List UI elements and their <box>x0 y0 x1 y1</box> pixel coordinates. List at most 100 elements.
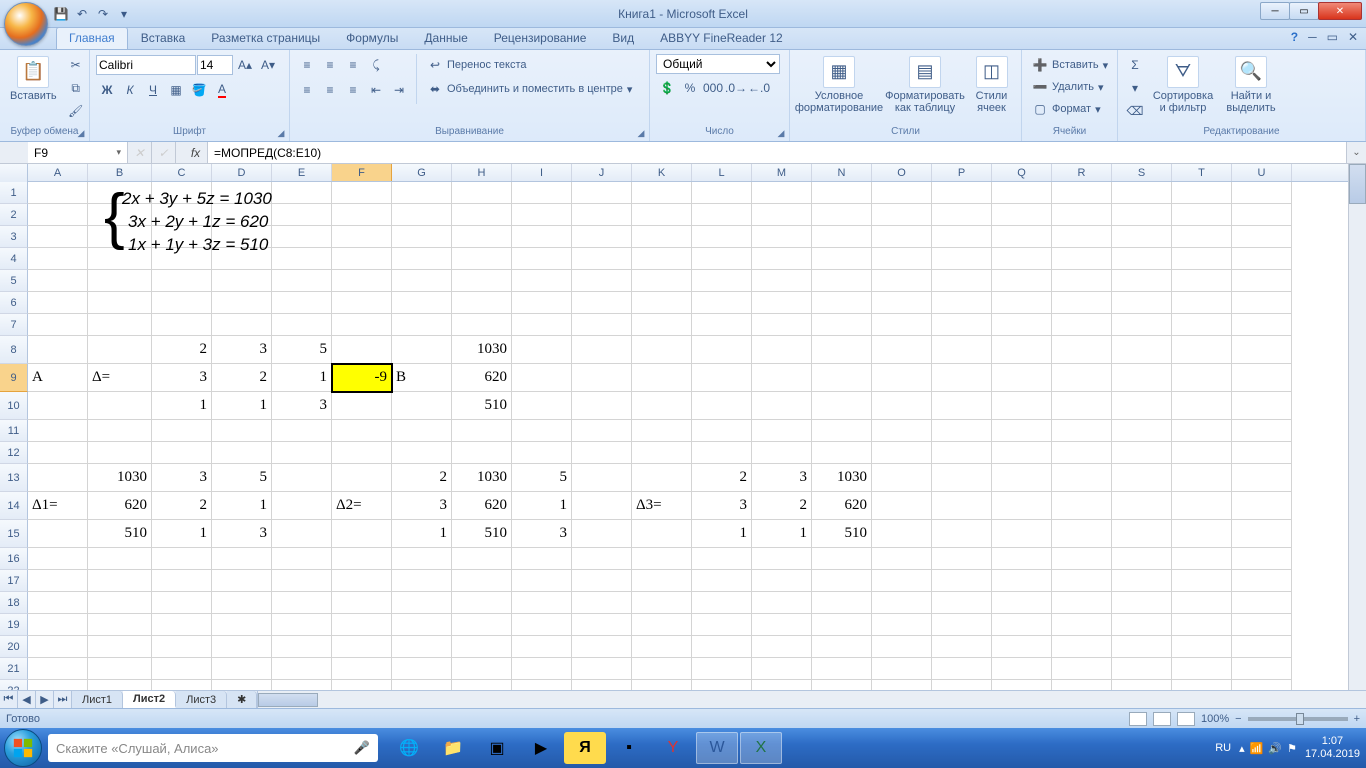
cell-H5[interactable] <box>452 270 512 292</box>
cell-I1[interactable] <box>512 182 572 204</box>
cell-C5[interactable] <box>152 270 212 292</box>
cell-B22[interactable] <box>88 680 152 690</box>
align-left-icon[interactable]: ≡ <box>296 79 318 101</box>
cell-F10[interactable] <box>332 392 392 420</box>
column-header-Q[interactable]: Q <box>992 164 1052 181</box>
border-icon[interactable]: ▦ <box>165 79 187 101</box>
cell-D17[interactable] <box>212 570 272 592</box>
cell-S5[interactable] <box>1112 270 1172 292</box>
cell-I2[interactable] <box>512 204 572 226</box>
tray-volume-icon[interactable]: 🔊 <box>1268 742 1282 755</box>
cell-P11[interactable] <box>932 420 992 442</box>
qat-dropdown-icon[interactable]: ▾ <box>115 5 133 23</box>
cell-A21[interactable] <box>28 658 88 680</box>
row-header-18[interactable]: 18 <box>0 592 28 614</box>
cell-B20[interactable] <box>88 636 152 658</box>
cell-I6[interactable] <box>512 292 572 314</box>
column-header-D[interactable]: D <box>212 164 272 181</box>
cell-K8[interactable] <box>632 336 692 364</box>
cell-N6[interactable] <box>812 292 872 314</box>
row-header-13[interactable]: 13 <box>0 464 28 492</box>
row-header-11[interactable]: 11 <box>0 420 28 442</box>
cell-J10[interactable] <box>572 392 632 420</box>
tray-network-icon[interactable]: 📶 <box>1250 742 1264 755</box>
cell-S3[interactable] <box>1112 226 1172 248</box>
align-bottom-icon[interactable]: ≡ <box>342 54 364 76</box>
number-dialog-launcher[interactable]: ◢ <box>775 127 787 139</box>
cell-T15[interactable] <box>1172 520 1232 548</box>
cell-R19[interactable] <box>1052 614 1112 636</box>
cell-P16[interactable] <box>932 548 992 570</box>
cell-R10[interactable] <box>1052 392 1112 420</box>
cell-D18[interactable] <box>212 592 272 614</box>
cell-O21[interactable] <box>872 658 932 680</box>
cells-insert-button[interactable]: ➕Вставить▾ <box>1028 54 1112 76</box>
formula-expand-icon[interactable]: ⌄ <box>1346 142 1366 163</box>
cell-M7[interactable] <box>752 314 812 336</box>
cell-T18[interactable] <box>1172 592 1232 614</box>
cell-Q3[interactable] <box>992 226 1052 248</box>
cell-S9[interactable] <box>1112 364 1172 392</box>
cell-S12[interactable] <box>1112 442 1172 464</box>
cell-O4[interactable] <box>872 248 932 270</box>
cell-B11[interactable] <box>88 420 152 442</box>
cell-B10[interactable] <box>88 392 152 420</box>
cell-U21[interactable] <box>1232 658 1292 680</box>
column-header-U[interactable]: U <box>1232 164 1292 181</box>
cell-H16[interactable] <box>452 548 512 570</box>
cell-B16[interactable] <box>88 548 152 570</box>
column-header-O[interactable]: O <box>872 164 932 181</box>
cell-F18[interactable] <box>332 592 392 614</box>
cell-D16[interactable] <box>212 548 272 570</box>
cell-I8[interactable] <box>512 336 572 364</box>
align-right-icon[interactable]: ≡ <box>342 79 364 101</box>
cell-P17[interactable] <box>932 570 992 592</box>
cell-D12[interactable] <box>212 442 272 464</box>
help-icon[interactable]: ? <box>1291 30 1298 44</box>
minimize-button[interactable]: ─ <box>1260 2 1290 20</box>
cell-B15[interactable]: 510 <box>88 520 152 548</box>
page-layout-view-icon[interactable] <box>1153 712 1171 726</box>
cell-L22[interactable] <box>692 680 752 690</box>
enter-formula-icon[interactable]: ✓ <box>152 142 176 163</box>
cell-M4[interactable] <box>752 248 812 270</box>
cell-P4[interactable] <box>932 248 992 270</box>
cell-P7[interactable] <box>932 314 992 336</box>
cell-D7[interactable] <box>212 314 272 336</box>
italic-button[interactable]: К <box>119 79 141 101</box>
find-select-button[interactable]: 🔍 Найти и выделить <box>1220 54 1282 116</box>
cell-U20[interactable] <box>1232 636 1292 658</box>
cell-J3[interactable] <box>572 226 632 248</box>
cell-D19[interactable] <box>212 614 272 636</box>
cell-Q1[interactable] <box>992 182 1052 204</box>
increase-indent-icon[interactable]: ⇥ <box>388 79 410 101</box>
cell-L8[interactable] <box>692 336 752 364</box>
cell-Q7[interactable] <box>992 314 1052 336</box>
cell-G3[interactable] <box>392 226 452 248</box>
cell-N14[interactable]: 620 <box>812 492 872 520</box>
cell-K21[interactable] <box>632 658 692 680</box>
cell-E12[interactable] <box>272 442 332 464</box>
cell-E17[interactable] <box>272 570 332 592</box>
cell-K15[interactable] <box>632 520 692 548</box>
cell-P21[interactable] <box>932 658 992 680</box>
decrease-indent-icon[interactable]: ⇤ <box>365 79 387 101</box>
cell-P18[interactable] <box>932 592 992 614</box>
cell-C12[interactable] <box>152 442 212 464</box>
sheet-tab-1[interactable]: Лист1 <box>72 691 123 708</box>
row-header-9[interactable]: 9 <box>0 364 28 392</box>
cell-K16[interactable] <box>632 548 692 570</box>
cell-U8[interactable] <box>1232 336 1292 364</box>
taskbar-app-browser[interactable]: Y <box>652 732 694 764</box>
cell-G12[interactable] <box>392 442 452 464</box>
cell-B8[interactable] <box>88 336 152 364</box>
cell-L11[interactable] <box>692 420 752 442</box>
cell-M1[interactable] <box>752 182 812 204</box>
cell-I18[interactable] <box>512 592 572 614</box>
cell-F8[interactable] <box>332 336 392 364</box>
taskbar-app-yandex[interactable]: Я <box>564 732 606 764</box>
row-header-6[interactable]: 6 <box>0 292 28 314</box>
cell-L2[interactable] <box>692 204 752 226</box>
cell-K10[interactable] <box>632 392 692 420</box>
cell-K6[interactable] <box>632 292 692 314</box>
